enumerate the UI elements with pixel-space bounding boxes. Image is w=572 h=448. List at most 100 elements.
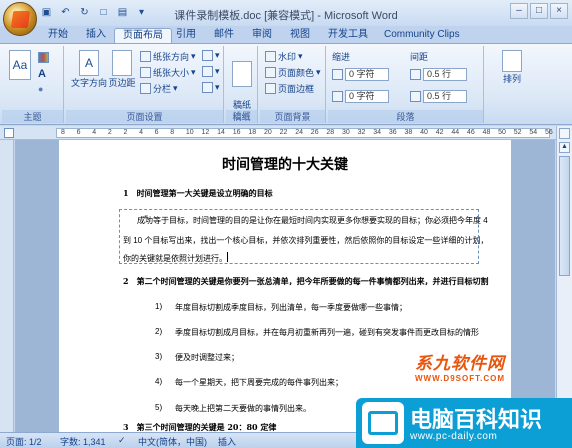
monitor-logo-icon — [362, 402, 404, 444]
group-page-setup-label: 页面设置 — [66, 110, 223, 123]
tab-mailings[interactable]: 邮件 — [206, 28, 242, 44]
text-direction-button[interactable]: A 文字方向 — [70, 50, 108, 89]
tab-developer[interactable]: 开发工具 — [320, 28, 376, 44]
watermark-d9soft-text: 系九软件网 — [415, 354, 505, 373]
columns-icon — [140, 83, 151, 94]
tab-page-layout[interactable]: 页面布局 — [114, 28, 172, 44]
ruler-tick-label: 54 — [529, 129, 538, 136]
list-item-number: 5) — [155, 403, 163, 412]
office-logo-icon — [10, 11, 31, 28]
horizontal-ruler[interactable]: 8 6 4 2 2 4 6 8 10 12 14 16 18 20 22 24 26 28 30 32 34 36 38 40… — [0, 126, 572, 140]
indent-right-input[interactable]: 0 字符 — [345, 90, 389, 103]
hyphenation-icon — [202, 82, 213, 93]
orientation-button[interactable]: 纸张方向 ▾ — [140, 50, 196, 63]
columns-button[interactable]: 分栏 ▾ — [140, 82, 178, 95]
page-count[interactable]: 页面: 1/2 — [6, 435, 42, 448]
ruler-tick-label: 10 — [185, 129, 194, 136]
minimize-button[interactable]: – — [510, 3, 528, 19]
margins-icon — [112, 50, 132, 76]
ribbon-tabs: 开始 插入 页面布局 引用 邮件 审阅 视图 开发工具 Community Cl… — [0, 26, 572, 44]
ruler-tick-label: 4 — [92, 129, 97, 136]
page-color-button[interactable]: 页面颜色 ▾ — [265, 66, 321, 79]
spellcheck-icon[interactable]: ✓ — [118, 435, 126, 446]
language-indicator[interactable]: 中文(简体，中国) — [138, 435, 207, 448]
tab-community-clips[interactable]: Community Clips — [376, 28, 468, 44]
document-title: 时间管理的十大关键 — [222, 157, 348, 173]
size-button[interactable]: 纸张大小 ▾ — [140, 66, 196, 79]
ruler-tick-label: 42 — [435, 129, 444, 136]
group-page-setup: A 文字方向 页边距 纸张方向 ▾ 纸张大小 ▾ 分栏 ▾ ▾ ▾ ▾ 页面设置 — [66, 46, 224, 123]
arrange-button[interactable]: 排列 — [498, 50, 526, 85]
watermark-button[interactable]: 水印 ▾ — [265, 50, 303, 63]
heading-2: 2 第二个时间管理的关键是你要列一张总清单，把今年所要做的每一件事情都列出来，并… — [123, 276, 489, 286]
close-button[interactable]: × — [550, 3, 568, 19]
group-themes-label: 主题 — [2, 110, 63, 123]
ruler-tick-label: 20 — [263, 129, 272, 136]
arrange-label: 排列 — [502, 74, 521, 84]
line-numbers-button[interactable]: ▾ — [202, 66, 220, 77]
vertical-ruler[interactable] — [0, 140, 14, 432]
insert-mode[interactable]: 插入 — [218, 435, 236, 448]
space-after-icon — [410, 91, 421, 102]
theme-effects-button[interactable]: ● — [38, 84, 43, 94]
tab-home[interactable]: 开始 — [40, 28, 76, 44]
space-before-input[interactable]: 0.5 行 — [423, 68, 467, 81]
word-count[interactable]: 字数: 1,341 — [60, 435, 106, 448]
para1-line2: 到 10 个目标写出来，找出一个核心目标，并依次排列重要性，然后依照你的目标设定… — [123, 236, 489, 245]
margins-label: 页边距 — [108, 78, 136, 88]
page-border-button[interactable]: 页面边框 — [265, 82, 314, 95]
document-page[interactable]: 时间管理的十大关键 1 时间管理第一大关键是设立明确的目标 成功等于目标，时间管… — [59, 140, 511, 432]
para1-line3: 你的关键就是依照计划进行。 — [123, 254, 227, 263]
tab-selector-icon[interactable] — [4, 128, 14, 138]
indent-right-icon — [332, 91, 343, 102]
theme-fonts-icon: A — [38, 68, 46, 80]
themes-button[interactable]: Aa — [8, 50, 32, 82]
ruler-tick-label: 36 — [388, 129, 397, 136]
breaks-button[interactable]: ▾ — [202, 50, 220, 61]
indent-left-spinner[interactable]: 0 字符 — [332, 68, 389, 81]
columns-label: 分栏 — [153, 84, 172, 94]
group-paragraph-label: 段落 — [328, 110, 483, 123]
ruler-tick-label: 28 — [326, 129, 335, 136]
ruler-tick-label: 4 — [139, 129, 143, 136]
spacing-label: 间距 — [410, 52, 429, 62]
ruler-tick-label: 6 — [154, 129, 159, 136]
scroll-thumb[interactable] — [559, 156, 570, 276]
list-item: 季度目标切割成月目标，并在每月初重新再列一遍，碰到有突发事件而更改目标的情形 — [175, 328, 479, 337]
theme-colors-icon — [38, 52, 49, 63]
ruler-tick-label: 6 — [76, 129, 81, 136]
tab-references[interactable]: 引用 — [168, 28, 204, 44]
indent-right-spinner[interactable]: 0 字符 — [332, 90, 389, 103]
ruler-tick-label: 56 — [545, 129, 553, 136]
view-ruler-icon[interactable] — [559, 128, 570, 139]
theme-colors-button[interactable] — [38, 52, 49, 63]
theme-fonts-button[interactable]: A — [38, 68, 46, 80]
title-bar: ▣ ↶ ↻ □ ▤ ▾ 课件录制模板.doc [兼容模式] - Microsof… — [0, 0, 572, 36]
space-after-spinner[interactable]: 0.5 行 — [410, 90, 467, 103]
watermark-label: 水印 — [278, 52, 297, 62]
space-after-input[interactable]: 0.5 行 — [423, 90, 467, 103]
group-themes: Aa A ● 主题 — [2, 46, 64, 123]
margins-button[interactable]: 页边距 — [108, 50, 136, 89]
maximize-button[interactable]: □ — [530, 3, 548, 19]
office-button[interactable] — [3, 2, 37, 36]
para1-line1: 成功等于目标，时间管理的目的是让你在最短时间内实现更多你想要实现的目标；你必须把… — [137, 216, 488, 225]
tab-view[interactable]: 视图 — [282, 28, 318, 44]
ruler-tick-label: 18 — [248, 129, 257, 136]
ruler-tick-label: 16 — [232, 129, 241, 136]
scroll-up-icon[interactable]: ▲ — [559, 142, 570, 153]
breaks-icon — [202, 50, 213, 61]
tab-insert[interactable]: 插入 — [78, 28, 114, 44]
space-before-spinner[interactable]: 0.5 行 — [410, 68, 467, 81]
ruler-tick-label: 46 — [466, 129, 475, 136]
ruler-tick-label: 8 — [170, 129, 175, 136]
indent-left-input[interactable]: 0 字符 — [345, 68, 389, 81]
page-color-icon — [265, 67, 276, 78]
tab-review[interactable]: 审阅 — [244, 28, 280, 44]
hyphenation-button[interactable]: ▾ — [202, 82, 220, 93]
watermark-d9soft-url: WWW.D9SOFT.COM — [415, 374, 505, 383]
list-item: 每一个星期天，把下周要完成的每件事列出来； — [175, 378, 343, 387]
vertical-scrollbar[interactable]: ▲ — [556, 126, 572, 432]
ruler-tick-label: 8 — [61, 129, 65, 136]
window-title: 课件录制模板.doc [兼容模式] - Microsoft Word — [174, 10, 398, 22]
